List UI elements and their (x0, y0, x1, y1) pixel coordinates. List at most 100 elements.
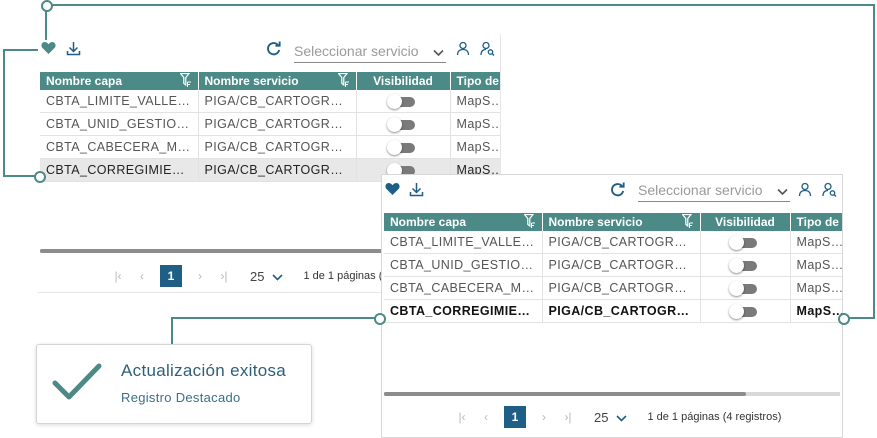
cell-service-name: PIGA/CB_CARTOGRAFIA (198, 112, 357, 136)
layers-table: Nombre capa Nombre servicio Visibilidad … (384, 213, 842, 323)
cell-layer-name: CBTA_CABECERA_MUNICIPAL (384, 276, 543, 300)
table-row[interactable]: CBTA_LIMITE_VALLEDUPAR PIGA/CB_CARTOGRAF… (40, 90, 500, 113)
heart-icon[interactable] (40, 40, 56, 56)
chevron-down-icon (272, 269, 284, 284)
filter-icon[interactable] (680, 213, 694, 231)
cell-service-type: MapServer (790, 253, 842, 277)
service-select-placeholder: Seleccionar servicio (638, 182, 763, 198)
table-row[interactable]: CBTA_LIMITE_VALLEDUPAR PIGA/CB_CARTOGRAF… (384, 231, 842, 254)
panel-toolbar: Seleccionar servicio (38, 34, 500, 70)
column-header-visibility[interactable]: Visibilidad (700, 213, 791, 231)
cell-layer-name: CBTA_LIMITE_VALLEDUPAR (40, 90, 199, 113)
cell-visibility (356, 135, 451, 159)
table-row[interactable]: CBTA_CABECERA_MUNICIPAL PIGA/CB_CARTOGRA… (40, 135, 500, 159)
user-search-icon[interactable] (479, 40, 495, 56)
cell-service-name: PIGA/CB_CARTOGRAFIA (198, 135, 357, 159)
table-row[interactable]: CBTA_UNID_GESTION_VALLEDUPAR PIGA/CB_CAR… (40, 112, 500, 136)
cell-service-type: MapServer (450, 135, 500, 159)
visibility-toggle[interactable] (387, 116, 415, 132)
cell-visibility (700, 231, 791, 254)
next-page-icon[interactable]: › (188, 269, 212, 283)
pagination: |‹ ‹ 1 › ›| 25 1 de 1 páginas (4 registr… (450, 405, 781, 429)
cell-service-name: PIGA/CB_CARTOGRAFIA (542, 231, 701, 254)
cell-service-type: MapServer (790, 276, 842, 300)
cell-service-name: PIGA/CB_CARTOGRAFIA (198, 90, 357, 113)
cell-visibility (700, 276, 791, 300)
table-row[interactable]: CBTA_UNID_GESTION_VALLEDUPAR PIGA/CB_CAR… (384, 253, 842, 277)
filter-icon[interactable] (178, 72, 192, 90)
service-select[interactable]: Seleccionar servicio (294, 40, 446, 63)
visibility-toggle[interactable] (729, 303, 757, 319)
user-outline-icon[interactable] (455, 40, 471, 56)
first-page-icon[interactable]: |‹ (106, 269, 130, 283)
panel-toolbar: Seleccionar servicio (382, 175, 842, 211)
cell-service-type: MapServer (450, 112, 500, 136)
cell-layer-name: CBTA_LIMITE_VALLEDUPAR (384, 231, 543, 254)
cell-service-name: PIGA/CB_CARTOGRAFIA (542, 253, 701, 277)
cell-service-type: MapServer (450, 90, 500, 113)
cell-visibility (700, 299, 791, 323)
column-header-service-name[interactable]: Nombre servicio (198, 72, 357, 90)
layers-table: Nombre capa Nombre servicio Visibilidad … (40, 72, 500, 182)
horizontal-scrollbar[interactable] (384, 392, 840, 396)
table-row[interactable]: CBTA_CABECERA_MUNICIPAL PIGA/CB_CARTOGRA… (384, 276, 842, 300)
user-outline-icon[interactable] (797, 181, 813, 197)
column-header-service-type[interactable]: Tipo de servicio (450, 72, 500, 90)
page-number-button[interactable]: 1 (160, 265, 182, 287)
checkmark-icon (51, 361, 103, 407)
visibility-toggle[interactable] (387, 93, 415, 109)
last-page-icon[interactable]: ›| (212, 269, 236, 283)
page-number-button[interactable]: 1 (504, 406, 526, 428)
service-select[interactable]: Seleccionar servicio (638, 179, 790, 202)
chevron-down-icon (616, 410, 628, 425)
next-page-icon[interactable]: › (532, 410, 556, 424)
scrollbar-thumb[interactable] (384, 392, 746, 396)
service-select-placeholder: Seleccionar servicio (294, 43, 419, 59)
visibility-toggle[interactable] (387, 139, 415, 155)
refresh-icon[interactable] (610, 181, 626, 197)
table-row-highlighted[interactable]: CBTA_CORREGIMIENTOS PIGA/CB_CARTOGRAFIA … (384, 299, 842, 323)
column-header-service-type[interactable]: Tipo de servicio (790, 213, 842, 231)
success-toast: Actualización exitosa Registro Destacado (36, 344, 312, 424)
prev-page-icon[interactable]: ‹ (474, 410, 498, 424)
column-header-layer-name[interactable]: Nombre capa (40, 72, 199, 90)
layers-panel-after: Seleccionar servicio Nombre capa Nombre … (381, 174, 843, 438)
filter-icon[interactable] (522, 213, 536, 231)
pagination: |‹ ‹ 1 › ›| 25 1 de 1 páginas (4 (106, 264, 388, 288)
column-header-layer-name[interactable]: Nombre capa (384, 213, 543, 231)
cell-layer-name: CBTA_CORREGIMIENTOS (384, 299, 543, 323)
user-search-icon[interactable] (821, 181, 837, 197)
prev-page-icon[interactable]: ‹ (130, 269, 154, 283)
column-header-visibility[interactable]: Visibilidad (356, 72, 451, 90)
cell-service-name: PIGA/CB_CARTOGRAFIA (542, 299, 701, 323)
connector-node-row-a (34, 171, 46, 183)
cell-service-type: MapServer (790, 299, 842, 323)
visibility-toggle[interactable] (729, 280, 757, 296)
refresh-icon[interactable] (266, 40, 282, 56)
cell-visibility (700, 253, 791, 277)
cell-service-name: PIGA/CB_CARTOGRAFIA (198, 158, 357, 182)
visibility-toggle[interactable] (729, 257, 757, 273)
connector-node-row-b (374, 313, 386, 325)
toast-title: Actualización exitosa (121, 361, 287, 380)
page-size-value: 25 (250, 268, 265, 284)
table-header-row: Nombre capa Nombre servicio Visibilidad … (384, 213, 842, 231)
download-icon[interactable] (65, 40, 81, 56)
filter-icon[interactable] (336, 72, 350, 90)
toast-message: Registro Destacado (121, 390, 241, 405)
cell-service-type: MapServer (790, 231, 842, 254)
connector-node-right (838, 313, 850, 325)
visibility-toggle[interactable] (729, 234, 757, 250)
chevron-down-icon (433, 44, 444, 60)
page-size-select[interactable]: 25 (594, 410, 628, 425)
first-page-icon[interactable]: |‹ (450, 410, 474, 424)
column-header-service-name[interactable]: Nombre servicio (542, 213, 701, 231)
last-page-icon[interactable]: ›| (556, 410, 580, 424)
heart-icon[interactable] (384, 181, 400, 197)
pagination-info: 1 de 1 páginas (4 registros) (647, 411, 782, 423)
cell-layer-name: CBTA_CABECERA_MUNICIPAL (40, 135, 199, 159)
cell-layer-name: CBTA_UNID_GESTION_VALLEDUPAR (384, 253, 543, 277)
page-size-select[interactable]: 25 (250, 268, 284, 284)
download-icon[interactable] (408, 181, 424, 197)
chevron-down-icon (777, 183, 788, 199)
